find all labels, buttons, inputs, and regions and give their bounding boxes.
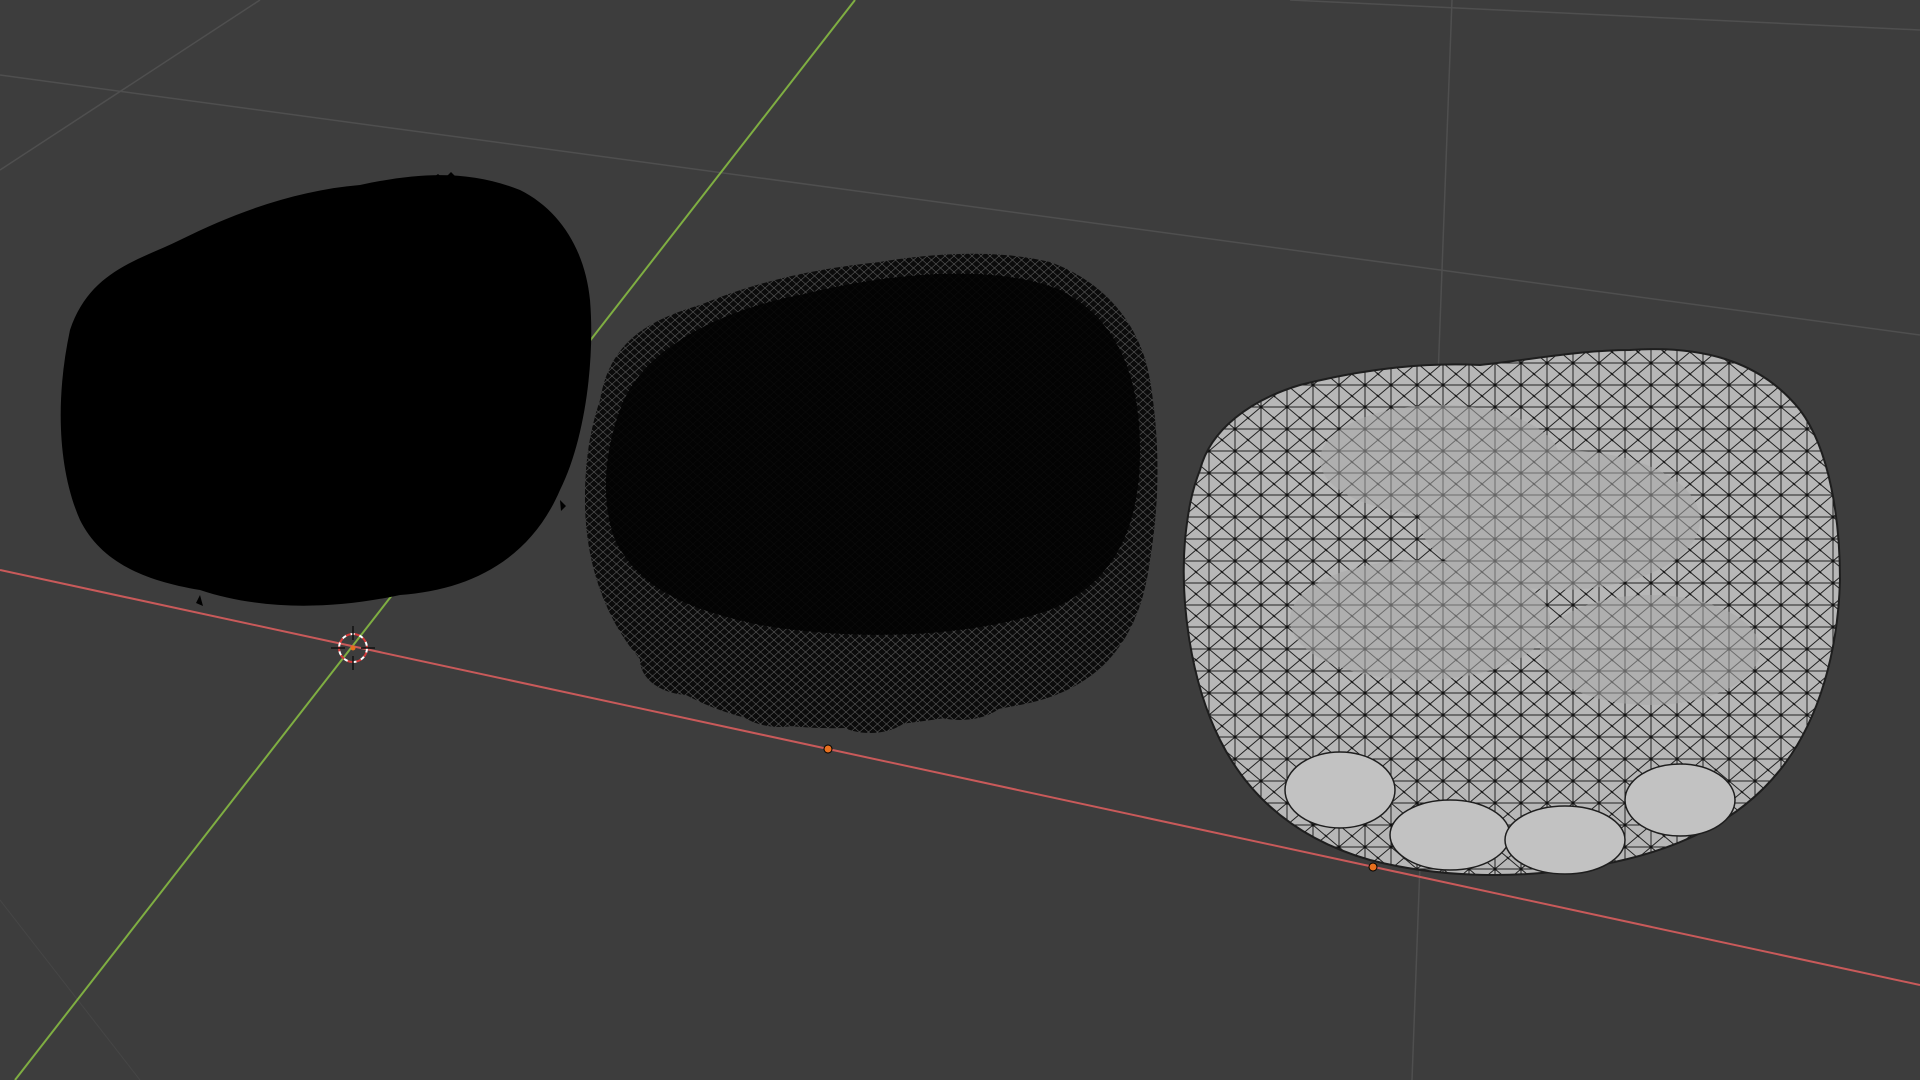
object-origin-icon[interactable] (823, 744, 833, 754)
mesh-medium-density[interactable] (585, 253, 1158, 733)
mesh-high-density[interactable] (60, 172, 592, 606)
3d-viewport[interactable] (0, 0, 1920, 1080)
object-origin-icon[interactable] (1368, 862, 1378, 872)
viewport-canvas[interactable] (0, 0, 1920, 1080)
3d-cursor-icon[interactable] (331, 626, 375, 670)
mesh-low-density[interactable] (1182, 348, 1842, 877)
